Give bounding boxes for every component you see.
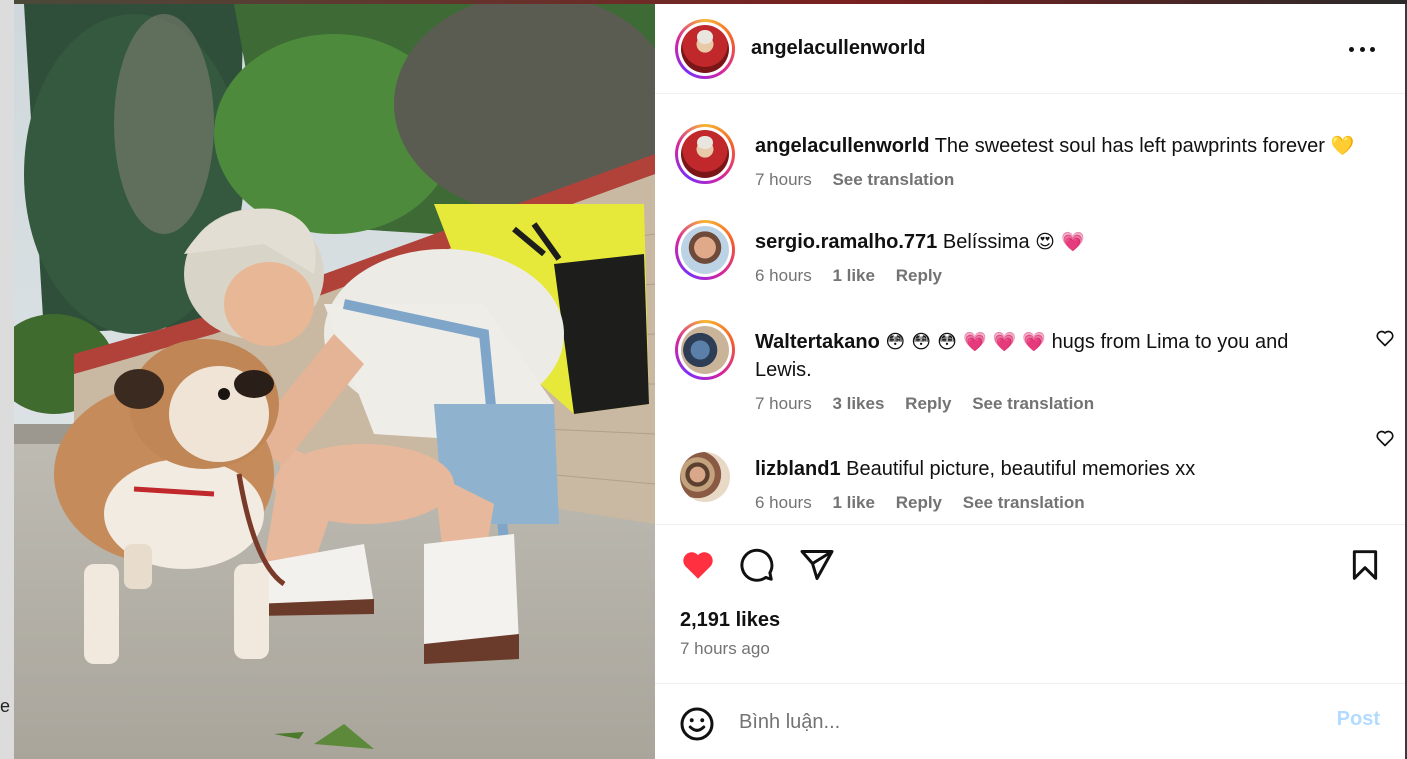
comment-reply-button[interactable]: Reply: [905, 394, 951, 413]
comment-input[interactable]: [739, 704, 1299, 740]
like-heart-filled-icon[interactable]: [679, 547, 717, 583]
post-actions: 2,191 likes 7 hours ago: [655, 524, 1405, 684]
likes-count[interactable]: 2,191 likes: [680, 609, 780, 632]
backdrop-strip: e: [0, 0, 14, 759]
author-avatar[interactable]: [675, 18, 735, 79]
caption-time[interactable]: 7 hours: [755, 170, 812, 189]
caption-item: angelacullenworld The sweetest soul has …: [675, 124, 1385, 204]
comment-time[interactable]: 6 hours: [755, 493, 812, 512]
comment-item: sergio.ramalho.771 Belíssima 😍 💗 6 hours…: [675, 220, 1394, 347]
comment-item: lizbland1 Beautiful picture, beautiful m…: [675, 447, 1385, 524]
share-paper-plane-icon[interactable]: [799, 547, 835, 583]
caption-avatar[interactable]: [675, 124, 735, 184]
comment-likes[interactable]: 1 like: [832, 493, 875, 512]
emoji-picker-icon[interactable]: [679, 706, 715, 742]
post-image[interactable]: [14, 4, 655, 759]
comment-emoji: 😳 😳 😳 💗 💗 💗: [885, 331, 1046, 353]
comment-time[interactable]: 6 hours: [755, 266, 812, 285]
comment-reply-button[interactable]: Reply: [896, 266, 942, 285]
author-username[interactable]: angelacullenworld: [751, 37, 925, 60]
caption-username[interactable]: angelacullenworld: [755, 135, 929, 157]
save-bookmark-icon[interactable]: [1349, 547, 1381, 583]
comment-text: Belíssima: [942, 231, 1030, 253]
comment-item: Waltertakano 😳 😳 😳 💗 💗 💗 hugs from Lima …: [675, 320, 1394, 447]
more-options-icon[interactable]: [1349, 36, 1375, 62]
backdrop-cut-text: e: [0, 696, 11, 716]
comments-list[interactable]: angelacullenworld The sweetest soul has …: [655, 94, 1405, 524]
comment-see-translation[interactable]: See translation: [972, 394, 1094, 413]
comment-emoji: 😍 💗: [1035, 231, 1085, 253]
caption-see-translation[interactable]: See translation: [832, 170, 954, 189]
comment-composer: Post: [655, 684, 1405, 759]
comment-username[interactable]: Waltertakano: [755, 331, 880, 353]
comment-username[interactable]: sergio.ramalho.771: [755, 231, 937, 253]
commenter-avatar[interactable]: [680, 452, 730, 502]
comment-like-icon[interactable]: [1375, 428, 1395, 448]
post-header: angelacullenworld: [655, 4, 1405, 94]
commenter-avatar[interactable]: [675, 320, 735, 380]
comment-text: Beautiful picture, beautiful memories xx: [846, 458, 1196, 480]
comment-likes[interactable]: 1 like: [832, 266, 875, 285]
comment-username[interactable]: lizbland1: [755, 458, 841, 480]
post-photo: [14, 4, 655, 759]
post-detail-panel: angelacullenworld angelacullenworld The …: [655, 4, 1405, 759]
post-comment-button[interactable]: Post: [1337, 708, 1380, 731]
comment-likes[interactable]: 3 likes: [832, 394, 884, 413]
comment-see-translation[interactable]: See translation: [963, 493, 1085, 512]
comment-reply-button[interactable]: Reply: [896, 493, 942, 512]
commenter-avatar[interactable]: [675, 220, 735, 280]
comment-time[interactable]: 7 hours: [755, 394, 812, 413]
caption-emoji: 💛: [1330, 135, 1355, 157]
caption-text: The sweetest soul has left pawprints for…: [934, 135, 1325, 157]
comment-bubble-icon[interactable]: [739, 547, 775, 583]
post-timestamp[interactable]: 7 hours ago: [680, 639, 770, 659]
